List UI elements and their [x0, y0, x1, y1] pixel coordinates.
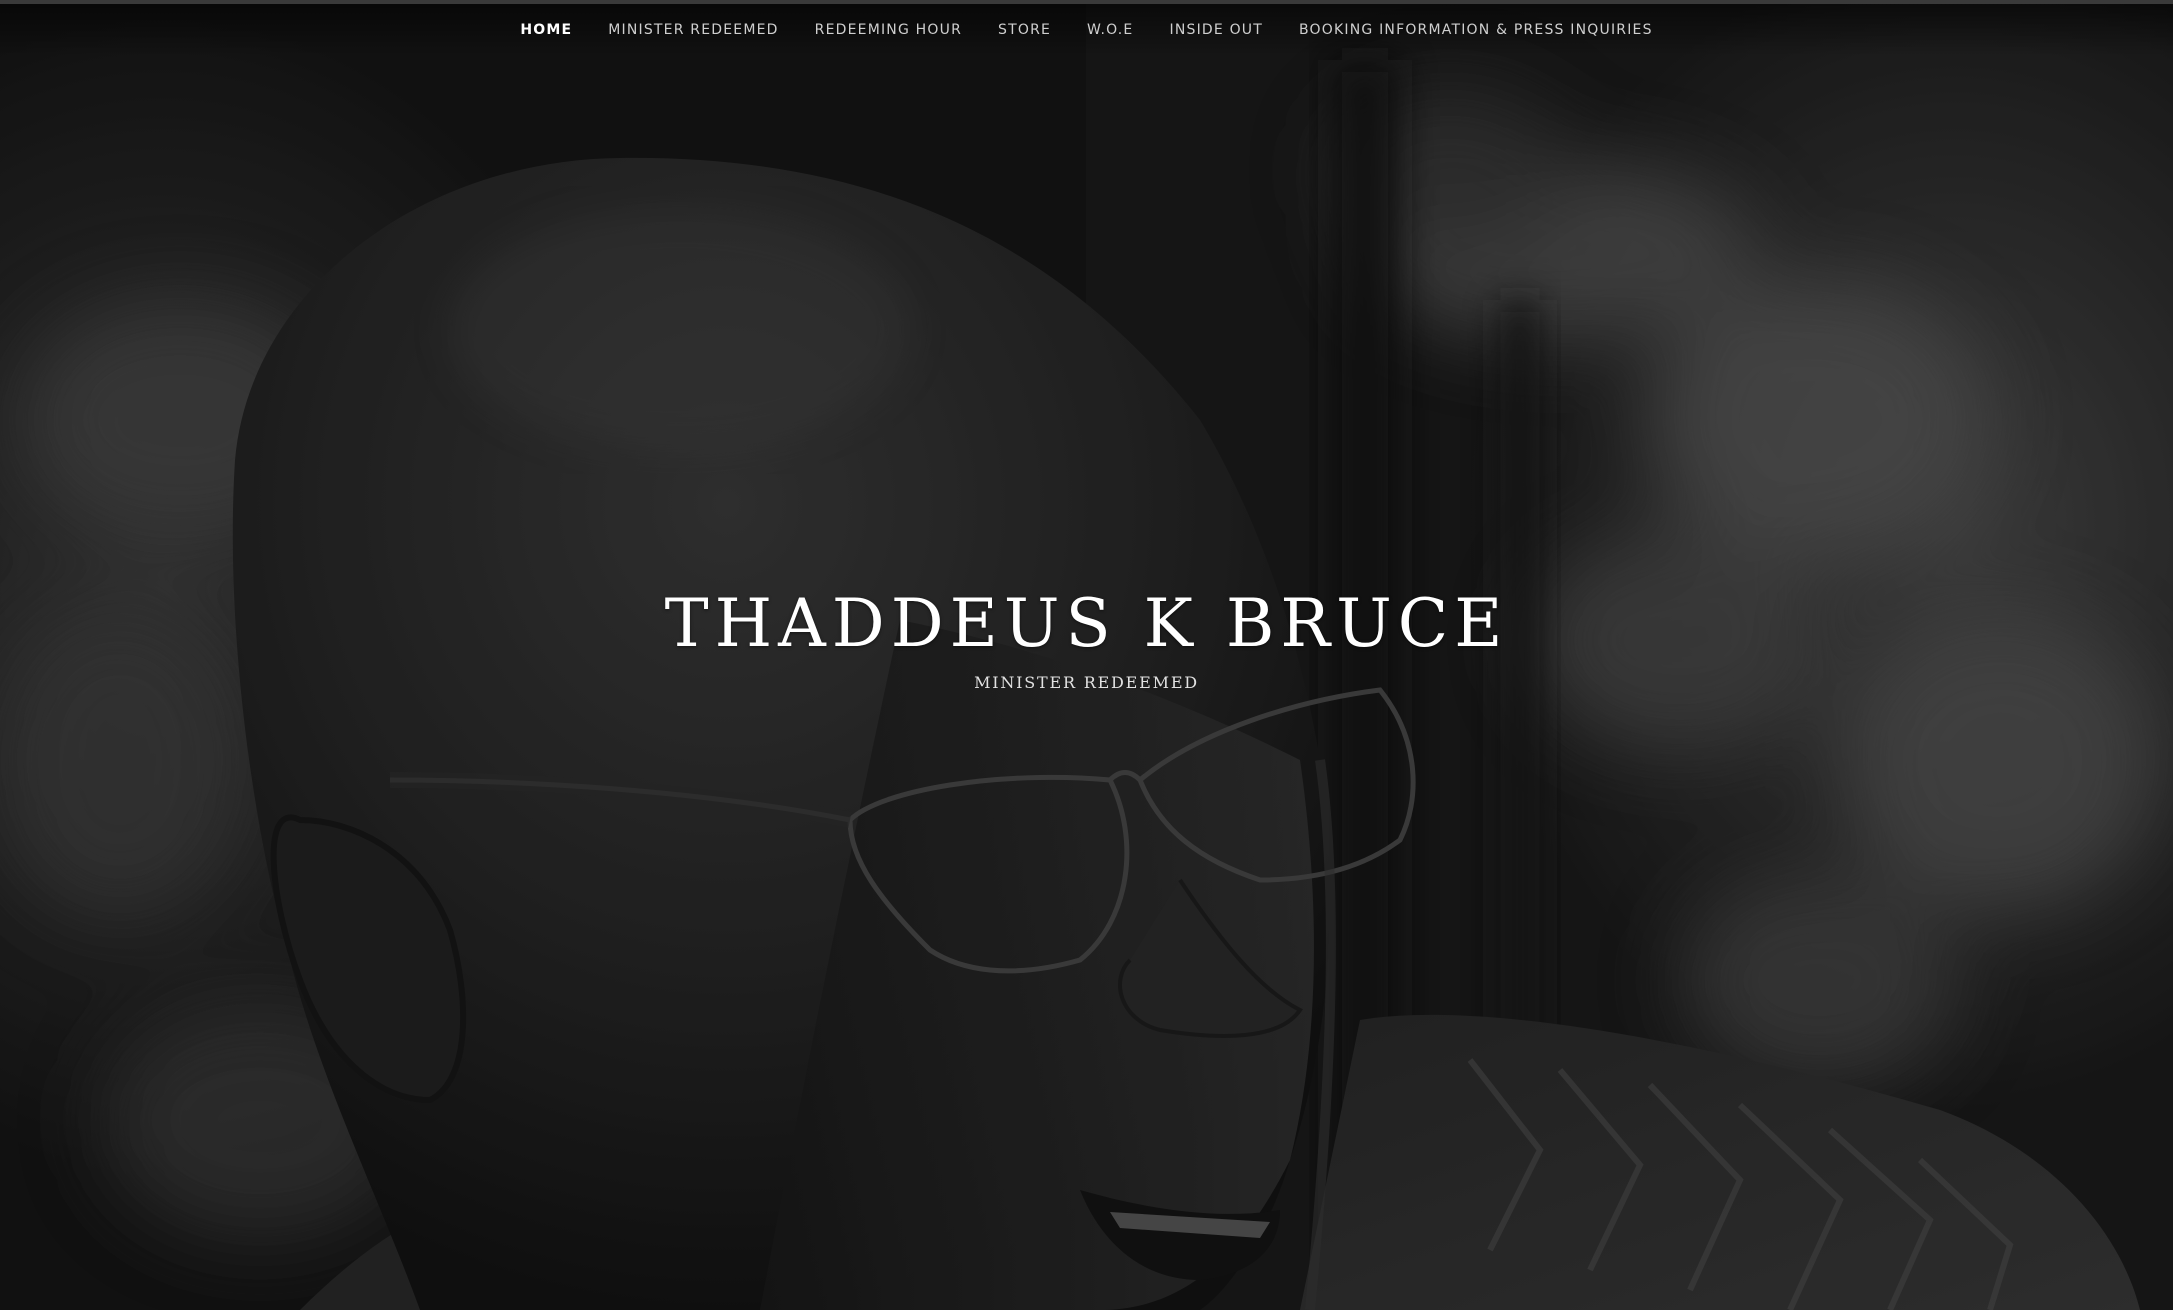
- nav-item-woe[interactable]: W.O.E: [1069, 22, 1151, 38]
- main-navigation: HOME MINISTER REDEEMED REDEEMING HOUR ST…: [0, 4, 2173, 56]
- nav-item-inside-out[interactable]: INSIDE OUT: [1151, 22, 1281, 38]
- nav-item-store[interactable]: STORE: [980, 22, 1069, 38]
- hero-header: THADDEUS K BRUCE MINISTER REDEEMED: [0, 587, 2173, 692]
- site-title[interactable]: THADDEUS K BRUCE: [0, 587, 2173, 661]
- nav-menu: HOME MINISTER REDEEMED REDEEMING HOUR ST…: [502, 22, 1670, 38]
- nav-item-minister-redeemed[interactable]: MINISTER REDEEMED: [590, 22, 796, 38]
- nav-item-home[interactable]: HOME: [502, 22, 590, 38]
- page: HOME MINISTER REDEEMED REDEEMING HOUR ST…: [0, 0, 2173, 1310]
- site-tagline: MINISTER REDEEMED: [974, 672, 1199, 692]
- nav-item-booking-press[interactable]: BOOKING INFORMATION & PRESS INQUIRIES: [1281, 22, 1671, 38]
- nav-item-redeeming-hour[interactable]: REDEEMING HOUR: [797, 22, 980, 38]
